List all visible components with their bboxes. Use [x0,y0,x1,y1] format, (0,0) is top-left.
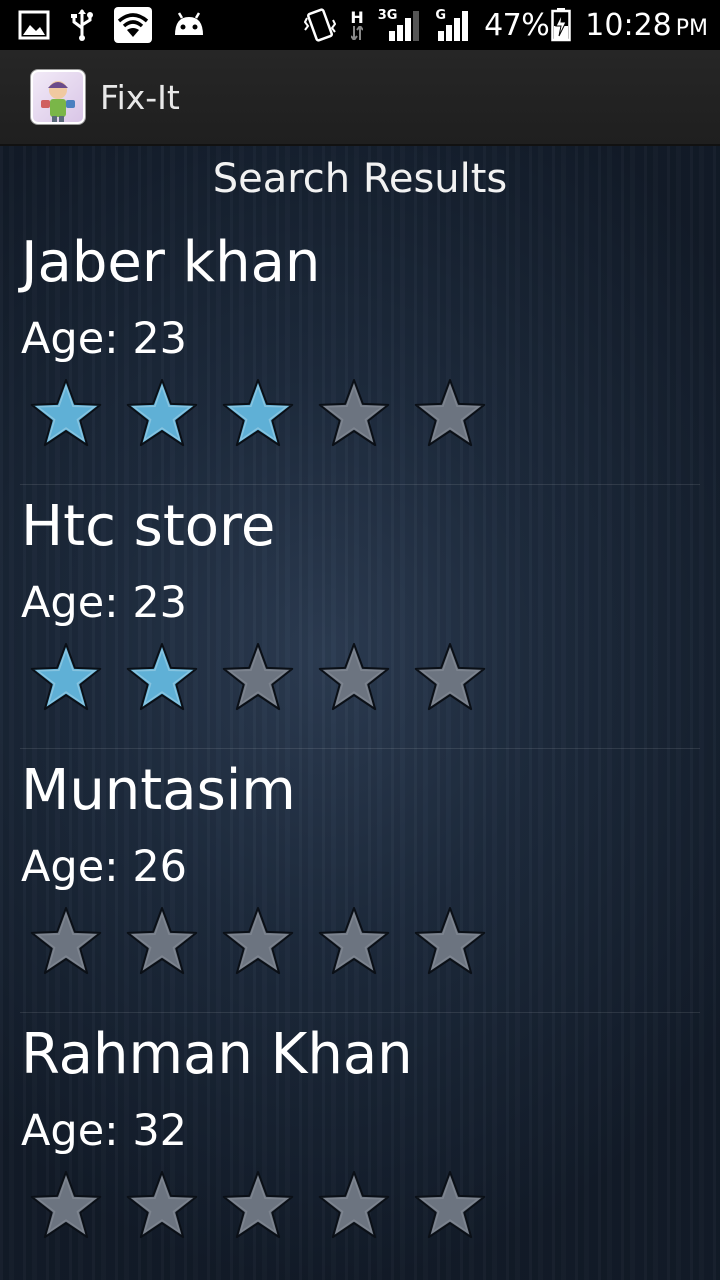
rating-bar[interactable] [30,906,486,978]
star-filled-icon[interactable] [222,378,294,450]
result-item[interactable]: Rahman Khan Age: 32 [0,1020,720,1280]
clock: 10:28 PM [585,7,708,43]
divider [20,484,700,485]
status-bar: H 3G G 47% 10:28 PM [0,0,720,50]
star-filled-icon[interactable] [126,378,198,450]
star-filled-icon[interactable] [30,378,102,450]
result-name: Rahman Khan [21,1022,413,1087]
wifi-icon [114,7,152,43]
star-empty-icon[interactable] [414,378,486,450]
result-name: Jaber khan [21,230,321,295]
star-empty-icon[interactable] [222,906,294,978]
result-item[interactable]: Jaber khan Age: 23 [0,228,720,492]
usb-icon [70,8,94,42]
rating-bar[interactable] [30,378,486,450]
app-logo[interactable] [30,69,86,125]
rating-bar[interactable] [30,1170,486,1242]
star-empty-icon[interactable] [318,906,390,978]
result-age: Age: 26 [21,842,188,892]
star-empty-icon[interactable] [414,906,486,978]
divider [20,748,700,749]
vibrate-icon [304,8,337,42]
result-item[interactable]: Muntasim Age: 26 [0,756,720,1020]
star-empty-icon[interactable] [414,1170,486,1242]
h-network-icon: H [350,10,364,40]
star-empty-icon[interactable] [318,378,390,450]
star-empty-icon[interactable] [318,642,390,714]
star-filled-icon[interactable] [126,642,198,714]
star-empty-icon[interactable] [126,906,198,978]
battery-percent: 47% [484,7,550,43]
star-empty-icon[interactable] [30,906,102,978]
result-age: Age: 23 [21,578,188,628]
star-empty-icon[interactable] [222,1170,294,1242]
result-age: Age: 23 [21,314,188,364]
rating-bar[interactable] [30,642,486,714]
search-results-screen: Search Results Jaber khan Age: 23 Htc st… [0,146,720,1280]
battery-charging-icon [551,8,572,42]
star-empty-icon[interactable] [126,1170,198,1242]
star-empty-icon[interactable] [30,1170,102,1242]
star-empty-icon[interactable] [318,1170,390,1242]
star-empty-icon[interactable] [222,642,294,714]
image-icon [18,10,50,40]
signal-g-icon: G [435,8,470,41]
signal-3g-icon: 3G [378,8,422,41]
result-name: Muntasim [21,758,296,823]
star-empty-icon[interactable] [414,642,486,714]
result-item[interactable]: Htc store Age: 23 [0,492,720,756]
app-title: Fix-It [100,77,180,117]
page-title: Search Results [212,156,508,202]
star-filled-icon[interactable] [30,642,102,714]
result-name: Htc store [21,494,276,559]
action-bar: Fix-It [0,50,720,146]
divider [20,1012,700,1013]
android-icon [172,11,206,39]
result-age: Age: 32 [21,1106,188,1156]
